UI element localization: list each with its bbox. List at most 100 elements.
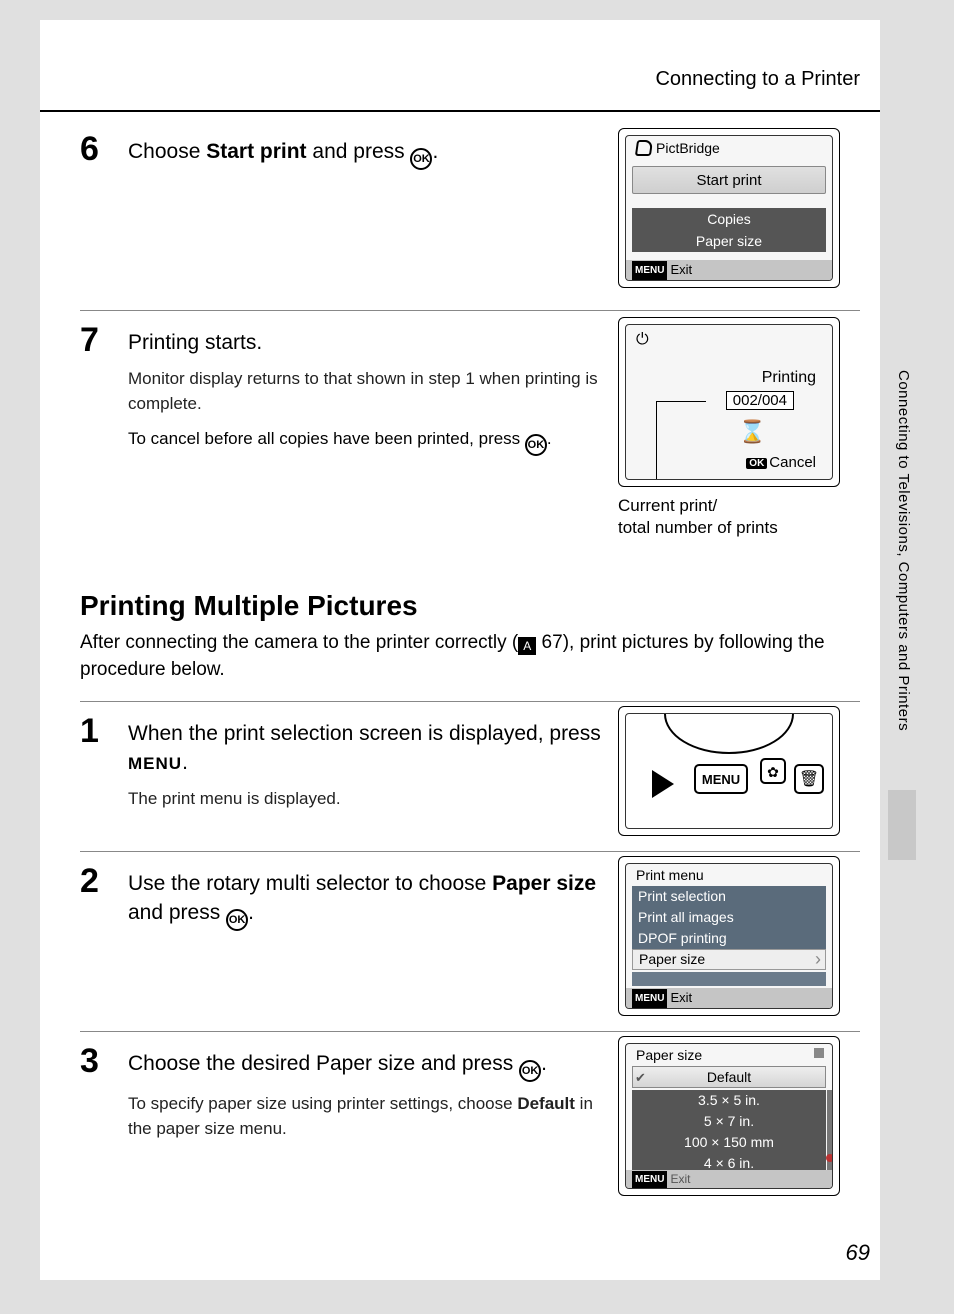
step-instruction: Choose Start print and press OK. bbox=[128, 138, 608, 170]
menu-item-copies: Copies bbox=[632, 208, 826, 230]
text: Default bbox=[707, 1069, 751, 1085]
section-title: Printing Multiple Pictures bbox=[80, 590, 860, 622]
callout-line bbox=[656, 401, 657, 480]
figure-caption: Current print/ total number of prints bbox=[618, 495, 840, 539]
paper-size-option: 100 × 150 mm bbox=[632, 1132, 826, 1153]
step-6: 6 Choose Start print and press OK. PictB… bbox=[80, 120, 860, 310]
text: To cancel before all copies have been pr… bbox=[128, 429, 525, 448]
step-number: 3 bbox=[80, 1042, 99, 1081]
step-instruction: When the print selection screen is displ… bbox=[128, 720, 608, 777]
print-counter: 002/004 bbox=[726, 391, 794, 410]
menu-exit-row: MENUExit bbox=[626, 988, 832, 1008]
menu-item-print-selection: Print selection bbox=[632, 886, 826, 907]
printing-label: Printing bbox=[762, 369, 816, 387]
paper-size-option: 5 × 7 in. bbox=[632, 1111, 826, 1132]
menu-badge-icon: MENU bbox=[632, 261, 667, 281]
reference-icon: A bbox=[518, 637, 536, 655]
rotary-dial-icon bbox=[664, 713, 794, 754]
text-bold: Start print bbox=[206, 140, 306, 163]
menu-word: MENU bbox=[128, 754, 182, 773]
step-7: 7 Printing starts. Monitor display retur… bbox=[80, 310, 860, 560]
pictbridge-icon bbox=[635, 140, 653, 156]
step-number: 6 bbox=[80, 130, 99, 169]
text: When the print selection screen is displ… bbox=[128, 722, 601, 745]
header-title: Connecting to a Printer bbox=[655, 68, 860, 91]
content-area: 6 Choose Start print and press OK. PictB… bbox=[40, 120, 880, 1211]
menu-badge-icon: MENU bbox=[632, 989, 667, 1009]
text: Use the rotary multi selector to choose bbox=[128, 872, 492, 895]
ok-icon: OK bbox=[410, 148, 432, 170]
ok-badge-icon: OK bbox=[746, 458, 767, 469]
camera-back-diagram: MENU ✿ 🗑 bbox=[618, 706, 840, 836]
power-pictbridge-icons: ⏻ bbox=[636, 331, 649, 349]
macro-flower-icon: ✿ bbox=[760, 758, 786, 784]
text: Choose the desired Paper size and press bbox=[128, 1052, 519, 1075]
paper-size-header: Paper size bbox=[636, 1047, 702, 1063]
menu-badge-icon: MENU bbox=[632, 1171, 667, 1189]
page-number: 69 bbox=[846, 1240, 870, 1266]
text: Exit bbox=[670, 262, 692, 277]
text: After connecting the camera to the print… bbox=[80, 632, 518, 653]
pictbridge-header: PictBridge bbox=[636, 140, 720, 156]
chapter-side-label: Connecting to Televisions, Computers and… bbox=[895, 370, 912, 731]
hourglass-icon: ⌛ bbox=[739, 419, 766, 445]
text-bold: Paper size bbox=[492, 872, 596, 895]
step-detail: Monitor display returns to that shown in… bbox=[128, 367, 608, 416]
step-1: 1 When the print selection screen is dis… bbox=[80, 701, 860, 851]
step-2: 2 Use the rotary multi selector to choos… bbox=[80, 851, 860, 1031]
ok-icon: OK bbox=[525, 434, 547, 456]
step-number: 2 bbox=[80, 862, 99, 901]
menu-exit-row: MENUExit bbox=[626, 1170, 832, 1188]
section-printing-multiple: Printing Multiple Pictures After connect… bbox=[80, 590, 860, 683]
manual-page: Connecting to a Printer 6 Choose Start p… bbox=[40, 20, 880, 1280]
text: . bbox=[541, 1052, 547, 1075]
text: Cancel bbox=[769, 454, 816, 471]
text: . bbox=[547, 429, 552, 448]
paper-size-default-selected: ✔ Default bbox=[632, 1066, 826, 1088]
text: To specify paper size using printer sett… bbox=[128, 1094, 517, 1113]
text: Print menu bbox=[636, 867, 704, 883]
step-instruction: Choose the desired Paper size and press … bbox=[128, 1050, 608, 1082]
step-detail: The print menu is displayed. bbox=[128, 787, 608, 812]
lcd-printing-progress: ⏻ Printing 002/004 ⌛ OKCancel bbox=[618, 317, 840, 487]
step-number: 7 bbox=[80, 321, 99, 360]
cancel-row: OKCancel bbox=[746, 454, 816, 471]
thumb-tab bbox=[888, 790, 916, 860]
arrow-icon bbox=[652, 770, 674, 798]
print-menu-header: Print menu bbox=[636, 867, 704, 883]
text: 67 bbox=[536, 632, 562, 653]
ok-icon: OK bbox=[519, 1060, 541, 1082]
menu-item-start-print: Start print bbox=[632, 166, 826, 194]
text: Paper size bbox=[636, 1047, 702, 1063]
menu-item-print-all: Print all images bbox=[632, 907, 826, 928]
menu-item-dpof: DPOF printing bbox=[632, 928, 826, 949]
menu-item-paper-size: Paper size bbox=[632, 230, 826, 252]
text: PictBridge bbox=[656, 140, 720, 156]
scroll-indicator-icon bbox=[814, 1048, 824, 1058]
menu-spacer bbox=[632, 972, 826, 986]
page-header: Connecting to a Printer bbox=[40, 20, 880, 120]
text: . bbox=[432, 140, 438, 163]
lcd-pictbridge-menu: PictBridge Start print Copies Paper size… bbox=[618, 128, 840, 288]
ok-icon: OK bbox=[226, 909, 248, 931]
check-icon: ✔ bbox=[635, 1068, 646, 1088]
trash-icon: 🗑 bbox=[794, 764, 824, 794]
text: and press bbox=[128, 901, 226, 924]
text-bold: Default bbox=[517, 1094, 575, 1113]
text: . bbox=[248, 901, 254, 924]
lcd-paper-size-menu: Paper size ✔ Default 3.5 × 5 in. 5 × 7 in… bbox=[618, 1036, 840, 1196]
step-3: 3 Choose the desired Paper size and pres… bbox=[80, 1031, 860, 1211]
section-paragraph: After connecting the camera to the print… bbox=[80, 630, 860, 683]
menu-item-paper-size-selected: Paper size bbox=[632, 949, 826, 970]
step-detail: To cancel before all copies have been pr… bbox=[128, 427, 608, 456]
step-number: 1 bbox=[80, 712, 99, 751]
step-instruction: Printing starts. bbox=[128, 329, 608, 357]
menu-exit-row: MENUExit bbox=[626, 260, 832, 280]
text: Exit bbox=[670, 990, 692, 1005]
scrollbar-thumb bbox=[826, 1154, 833, 1162]
paper-size-option: 3.5 × 5 in. bbox=[632, 1090, 826, 1111]
step-detail: To specify paper size using printer sett… bbox=[128, 1092, 608, 1141]
menu-button-icon: MENU bbox=[694, 764, 748, 794]
header-rule bbox=[40, 110, 880, 112]
step-instruction: Use the rotary multi selector to choose … bbox=[128, 870, 608, 930]
